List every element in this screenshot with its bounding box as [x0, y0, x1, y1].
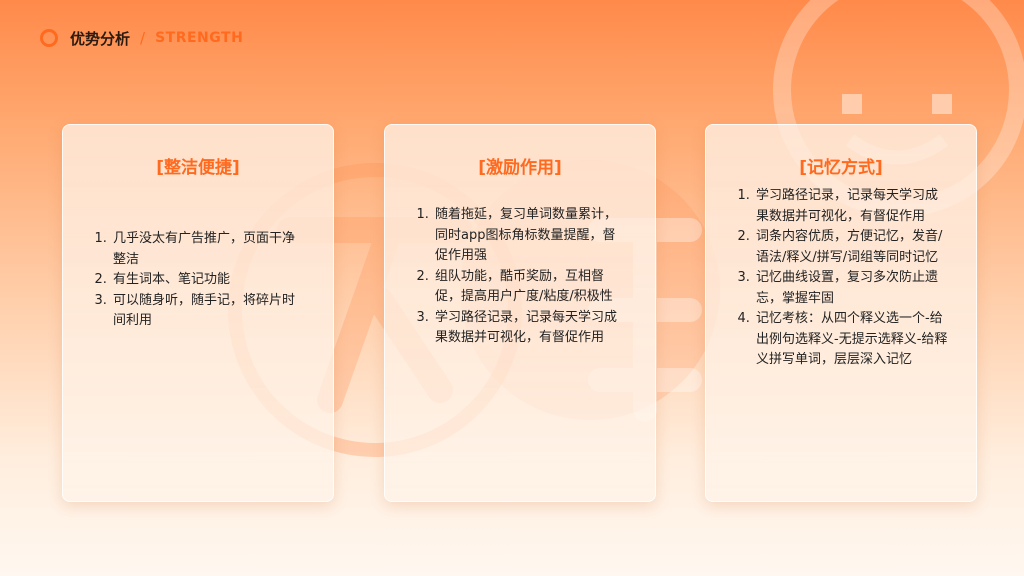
list-item: 有生词本、笔记功能	[111, 270, 305, 291]
title-separator: /	[140, 29, 146, 47]
card-neat-convenient: [整洁便捷] 几乎没太有广告推广，页面干净整洁 有生词本、笔记功能 可以随身听，…	[62, 124, 334, 502]
list-item: 组队功能，酷币奖励，互相督促，提高用户广度/粘度/积极性	[433, 267, 627, 308]
card-motivation: [激励作用] 随着拖延，复习单词数量累计，同时app图标角标数量提醒，督促作用强…	[384, 124, 656, 502]
list-item: 学习路径记录，记录每天学习成果数据并可视化，有督促作用	[754, 186, 948, 227]
circle-bullet-icon	[40, 29, 58, 47]
list-item: 记忆考核：从四个释义选一个-给出例句选释义-无提示选释义-给释义拼写单词，层层深…	[754, 309, 948, 371]
list-item: 学习路径记录，记录每天学习成果数据并可视化，有督促作用	[433, 308, 627, 349]
page-subtitle: STRENGTH	[155, 30, 244, 46]
list-item: 记忆曲线设置，复习多次防止遗忘，掌握牢固	[754, 268, 948, 309]
card-list: 学习路径记录，记录每天学习成果数据并可视化，有督促作用 词条内容优质，方便记忆，…	[738, 186, 948, 371]
card-heading: [激励作用]	[478, 158, 562, 178]
card-heading: [整洁便捷]	[156, 158, 240, 178]
card-memory-method: [记忆方式] 学习路径记录，记录每天学习成果数据并可视化，有督促作用 词条内容优…	[705, 124, 977, 502]
card-list: 随着拖延，复习单词数量累计，同时app图标角标数量提醒，督促作用强 组队功能，酷…	[417, 205, 627, 349]
card-list: 几乎没太有广告推广，页面干净整洁 有生词本、笔记功能 可以随身听，随手记，将碎片…	[95, 229, 305, 332]
section-header: 优势分析 / STRENGTH	[40, 26, 243, 50]
list-item: 可以随身听，随手记，将碎片时间利用	[111, 291, 305, 332]
list-item: 几乎没太有广告推广，页面干净整洁	[111, 229, 305, 270]
list-item: 词条内容优质，方便记忆，发音/语法/释义/拼写/词组等同时记忆	[754, 227, 948, 268]
list-item: 随着拖延，复习单词数量累计，同时app图标角标数量提醒，督促作用强	[433, 205, 627, 267]
page-title: 优势分析	[70, 29, 131, 48]
card-heading: [记忆方式]	[799, 158, 883, 178]
